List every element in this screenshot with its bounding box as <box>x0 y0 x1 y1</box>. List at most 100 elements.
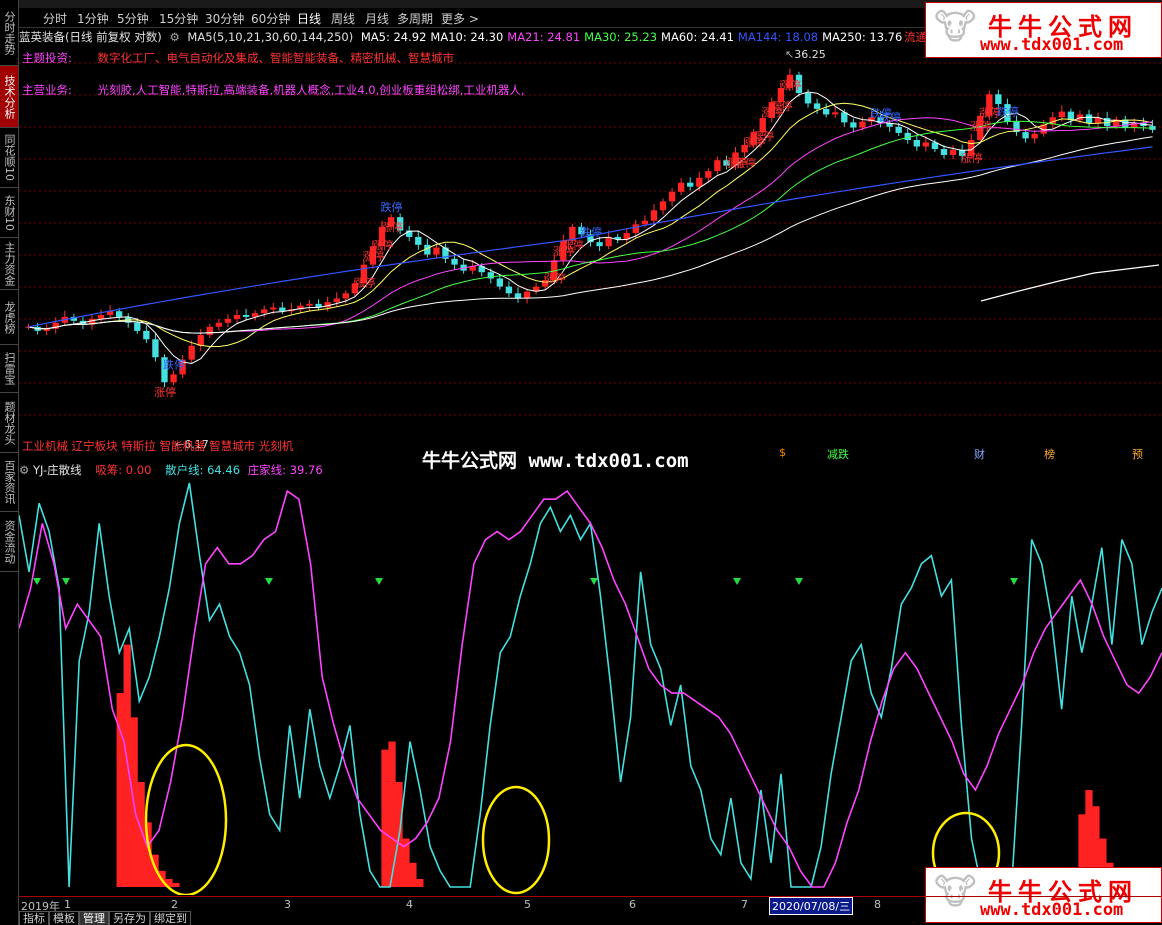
candle-body <box>940 149 948 155</box>
stock-title[interactable]: 蓝英装备(日线 前复权 对数) <box>19 30 162 44</box>
indicator-chart[interactable] <box>19 475 1162 895</box>
period-btn-1[interactable]: 1分钟 <box>77 10 109 27</box>
candle-body <box>632 224 639 234</box>
event-marker-2[interactable]: 财 <box>974 446 985 462</box>
period-btn-8[interactable]: 月线 <box>365 10 389 27</box>
time-tick-5: 5 <box>524 898 531 911</box>
highlight-ellipse <box>481 785 551 895</box>
ma-value-0: MA5: 24.92 <box>360 30 427 44</box>
bottom-tab-1[interactable]: 模板 <box>49 911 79 925</box>
ma-value-3: MA30: 25.23 <box>584 30 658 44</box>
candle-body <box>496 278 504 287</box>
limit-down-label: 跌停 <box>381 200 403 214</box>
nav-item-0[interactable]: 分时走势 <box>0 0 18 66</box>
period-btn-6[interactable]: 日线 <box>297 10 321 27</box>
limit-up-label: 涨停 <box>371 238 393 252</box>
candle-body <box>949 149 957 155</box>
candle-body <box>115 311 123 317</box>
event-marker-3[interactable]: 榜 <box>1044 446 1055 462</box>
limit-up-label: 涨停 <box>381 220 403 234</box>
candlestick-chart[interactable]: 涨停涨停涨停涨停涨停涨停涨停涨停涨停涨停涨停涨停涨停涨停涨停涨停涨停涨停跌停跌停… <box>19 45 1162 438</box>
candle-body <box>261 309 268 314</box>
candle-body <box>134 322 141 331</box>
candle-body <box>995 94 1002 105</box>
nav-item-5[interactable]: 龙虎榜 <box>0 290 18 345</box>
limit-down-label: 跌停 <box>163 357 185 371</box>
nav-item-7[interactable]: 题材龙头 <box>0 393 18 453</box>
left-nav: 分时走势 技术分析 同花顺10 东财10 主力资金 龙虎榜 扫雷宝 题材龙头 百家资讯 资金流动 <box>0 0 19 925</box>
signal-triangle <box>795 578 803 585</box>
ma-legend: 蓝英装备(日线 前复权 对数) ⚙ MA5(5,10,21,30,60,144,… <box>19 29 927 45</box>
candle-body <box>596 242 603 247</box>
candle-body <box>242 314 250 317</box>
highlight-ellipse <box>144 743 228 895</box>
chip-bar <box>409 862 417 887</box>
period-btn-0[interactable]: 分时 <box>43 10 67 27</box>
nav-item-4[interactable]: 主力资金 <box>0 238 18 290</box>
signal-triangle <box>590 578 598 585</box>
bottom-tab-2[interactable]: 管理 <box>79 911 109 925</box>
candle-body <box>306 303 313 306</box>
period-btn-3[interactable]: 15分钟 <box>159 10 198 27</box>
limit-up-label: 涨停 <box>961 151 983 165</box>
time-tick-4: 4 <box>406 898 413 911</box>
candle-body <box>523 291 531 299</box>
candle-body <box>188 345 195 360</box>
price-high-label: ↖36.25 <box>785 48 826 61</box>
nav-item-9[interactable]: 资金流动 <box>0 512 18 572</box>
time-axis: 2020/07/08/三 2019年 1 2 3 4 5 6 7 8 <box>19 896 1162 915</box>
candle-body <box>922 142 930 147</box>
ma-value-6: MA250: 13.76 <box>822 30 903 44</box>
event-marker-1[interactable]: 减跌 <box>827 446 849 462</box>
candle-body <box>705 171 712 178</box>
period-btn-2[interactable]: 5分钟 <box>117 10 149 27</box>
candle-body <box>804 92 812 104</box>
period-btn-10[interactable]: 更多 > <box>441 10 479 27</box>
candle-body <box>415 236 422 245</box>
event-marker-0[interactable]: $ <box>779 446 786 459</box>
period-btn-9[interactable]: 多周期 <box>397 10 433 27</box>
period-btn-5[interactable]: 60分钟 <box>251 10 290 27</box>
ma250-line <box>980 264 1160 302</box>
limit-up-label: 涨停 <box>770 99 792 113</box>
candle-body <box>97 314 105 319</box>
signal-triangle <box>62 578 70 585</box>
candle-body <box>170 374 177 383</box>
event-marker-4[interactable]: 预 <box>1132 446 1143 462</box>
candle-body <box>1022 132 1029 139</box>
limit-down-label: 跌停 <box>580 225 602 239</box>
candle-body <box>659 201 667 211</box>
time-tick-8: 8 <box>874 898 881 911</box>
time-tick-3: 3 <box>284 898 291 911</box>
bottom-tab-4[interactable]: 绑定到 <box>150 911 191 925</box>
ma-value-4: MA60: 24.41 <box>661 30 734 44</box>
chip-bar <box>172 882 180 887</box>
settings-icon[interactable]: ⚙ <box>169 30 179 44</box>
limit-down-label: 跌停 <box>879 110 901 124</box>
candle-body <box>641 220 649 225</box>
bottom-tabs: 指标 模板 管理 另存为 绑定到 <box>19 911 191 925</box>
nav-item-6[interactable]: 扫雷宝 <box>0 345 18 393</box>
candle-body <box>1094 117 1102 124</box>
candle-body <box>233 314 241 319</box>
limit-up-label: 涨停 <box>752 129 774 143</box>
limit-up-label: 涨停 <box>562 238 584 252</box>
candle-body <box>859 121 866 128</box>
ma10-line <box>28 102 1153 347</box>
ma-params: MA5(5,10,21,30,60,144,250) <box>187 30 354 44</box>
candle-body <box>197 335 204 346</box>
nav-item-8[interactable]: 百家资讯 <box>0 453 18 512</box>
bottom-tab-0[interactable]: 指标 <box>19 911 49 925</box>
limit-up-label: 涨停 <box>779 78 801 92</box>
limit-up-label: 涨停 <box>734 156 756 170</box>
signal-triangle <box>375 578 383 585</box>
nav-item-3[interactable]: 东财10 <box>0 188 18 238</box>
period-btn-7[interactable]: 周线 <box>331 10 355 27</box>
bottom-tab-3[interactable]: 另存为 <box>109 911 150 925</box>
nav-item-2[interactable]: 同花顺10 <box>0 128 18 188</box>
nav-item-1[interactable]: 技术分析 <box>0 66 18 128</box>
candle-body <box>206 326 213 336</box>
candle-body <box>1085 114 1093 124</box>
cow-icon: 🐮 <box>934 7 977 48</box>
period-btn-4[interactable]: 30分钟 <box>205 10 244 27</box>
